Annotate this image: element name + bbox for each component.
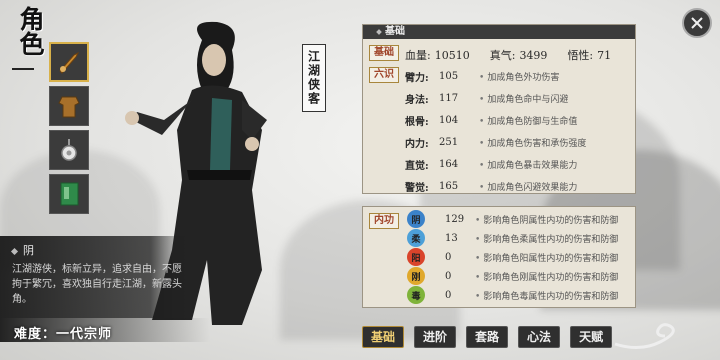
stat-value: 164 bbox=[439, 159, 459, 170]
internal-force-value: 0 bbox=[445, 290, 452, 301]
stat-row: 身法: 117 加成角色命中与闪避 bbox=[405, 91, 568, 106]
stat-name: 警觉: bbox=[405, 183, 429, 194]
difficulty-label: 难度：一代宗师 bbox=[14, 327, 113, 342]
internal-force-row: 129 影响角色阴属性内功的伤害和防御 bbox=[445, 213, 618, 226]
hp-value: 10510 bbox=[434, 49, 470, 62]
stat-note: 加成角色暴击效果能力 bbox=[479, 158, 577, 171]
stat-name: 臂力: bbox=[405, 73, 429, 84]
screen-title: 角色 bbox=[16, 6, 45, 56]
internal-force-value: 0 bbox=[445, 271, 452, 282]
tab-basic[interactable]: 基础 bbox=[362, 326, 405, 348]
tab-mindset[interactable]: 心法 bbox=[518, 326, 561, 348]
stat-name: 内力: bbox=[405, 139, 429, 150]
close-icon bbox=[691, 17, 703, 29]
wuxing-label: 悟性: bbox=[567, 49, 594, 62]
title-underline bbox=[12, 68, 34, 70]
stats-panel-title: 基础 bbox=[385, 26, 405, 37]
internal-force-note: 影响角色阴属性内功的伤害和防御 bbox=[475, 213, 618, 226]
tab-routines[interactable]: 套路 bbox=[466, 326, 509, 348]
stat-note: 加成角色命中与闪避 bbox=[479, 92, 568, 105]
tab-advanced[interactable]: 进阶 bbox=[414, 326, 457, 348]
internal-force-row: 0 影响角色阳属性内功的伤害和防御 bbox=[445, 251, 618, 264]
stat-name: 身法: bbox=[405, 95, 429, 106]
internal-force-note: 影响角色毒属性内功的伤害和防御 bbox=[475, 289, 618, 302]
internal-force-chip: 内功 bbox=[369, 213, 399, 229]
character-title-tag: 江湖侠客 bbox=[302, 44, 326, 112]
element-gang-icon: 刚 bbox=[407, 267, 425, 285]
bottom-tab-bar: 基础 进阶 套路 心法 天赋 bbox=[362, 326, 613, 348]
book-icon bbox=[60, 182, 79, 206]
stat-name: 根骨: bbox=[405, 117, 429, 128]
close-button[interactable] bbox=[682, 8, 712, 38]
equipment-slot-weapon[interactable] bbox=[49, 42, 89, 82]
six-sense-chip: 六识 bbox=[369, 67, 399, 83]
qi-label: 真气: bbox=[489, 49, 516, 62]
internal-force-note: 影响角色刚属性内功的伤害和防御 bbox=[475, 270, 618, 283]
stat-value: 105 bbox=[439, 71, 459, 82]
stat-row: 直觉: 164 加成角色暴击效果能力 bbox=[405, 157, 577, 172]
stat-row: 臂力: 105 加成角色外功伤害 bbox=[405, 69, 559, 84]
equipment-slot-armor[interactable] bbox=[49, 86, 89, 126]
stat-row: 根骨: 104 加成角色防御与生命值 bbox=[405, 113, 577, 128]
stat-row: 警觉: 165 加成角色闪避效果能力 bbox=[405, 179, 577, 194]
wuxing-value: 71 bbox=[597, 49, 612, 62]
stat-note: 加成角色伤害和承伤强度 bbox=[479, 136, 586, 149]
internal-force-note: 影响角色阳属性内功的伤害和防御 bbox=[475, 251, 618, 264]
internal-force-row: 0 影响角色刚属性内功的伤害和防御 bbox=[445, 270, 618, 283]
description-header: 阴 bbox=[10, 242, 34, 258]
diamond-icon bbox=[10, 247, 19, 255]
stat-value: 251 bbox=[439, 137, 459, 148]
stat-note: 加成角色防御与生命值 bbox=[479, 114, 577, 127]
equipment-slot-amulet[interactable] bbox=[49, 130, 89, 170]
amulet-icon bbox=[61, 139, 77, 161]
internal-force-value: 129 bbox=[445, 214, 465, 225]
element-yin-icon: 阴 bbox=[407, 210, 425, 228]
element-rou-icon: 柔 bbox=[407, 229, 425, 247]
basic-chip: 基础 bbox=[369, 45, 399, 61]
qi-value: 3499 bbox=[519, 49, 548, 62]
description-name: 阴 bbox=[23, 244, 34, 257]
internal-force-panel: 内功 阴 129 影响角色阴属性内功的伤害和防御 柔 13 影响角色柔属性内功的… bbox=[362, 206, 636, 308]
main-stats: 血量: 10510 真气: 3499 悟性: 71 bbox=[405, 47, 611, 63]
stat-value: 165 bbox=[439, 181, 459, 192]
stats-panel: 基础 基础 血量: 10510 真气: 3499 悟性: 71 六识 臂力: 105 … bbox=[362, 24, 636, 194]
stat-value: 104 bbox=[439, 115, 459, 126]
internal-force-row: 13 影响角色柔属性内功的伤害和防御 bbox=[445, 232, 618, 245]
internal-force-value: 13 bbox=[445, 233, 458, 244]
stat-note: 加成角色外功伤害 bbox=[479, 70, 559, 83]
tab-talent[interactable]: 天赋 bbox=[570, 326, 613, 348]
scroll-ornament-icon bbox=[614, 323, 675, 349]
weapon-icon bbox=[59, 51, 80, 74]
internal-force-row: 0 影响角色毒属性内功的伤害和防御 bbox=[445, 289, 618, 302]
description-text: 江湖游侠，标新立异，追求自由，不愿拘于繁冗，喜欢独自行走江湖，新露头角。 bbox=[12, 264, 182, 305]
equipment-slots bbox=[49, 42, 89, 214]
armor-icon bbox=[58, 96, 80, 118]
hp-label: 血量: bbox=[405, 49, 431, 62]
equipment-slot-book[interactable] bbox=[49, 174, 89, 214]
internal-force-note: 影响角色柔属性内功的伤害和防御 bbox=[475, 232, 618, 245]
character-title-text: 江湖侠客 bbox=[306, 50, 321, 106]
stat-note: 加成角色闪避效果能力 bbox=[479, 180, 577, 193]
stat-name: 直觉: bbox=[405, 161, 429, 172]
internal-force-value: 0 bbox=[445, 252, 452, 263]
element-yang-icon: 阳 bbox=[407, 248, 425, 266]
diamond-icon bbox=[376, 28, 382, 35]
stat-row: 内力: 251 加成角色伤害和承伤强度 bbox=[405, 135, 586, 150]
stat-value: 117 bbox=[439, 93, 459, 104]
element-du-icon: 毒 bbox=[407, 286, 425, 304]
stats-panel-header: 基础 bbox=[363, 25, 635, 39]
